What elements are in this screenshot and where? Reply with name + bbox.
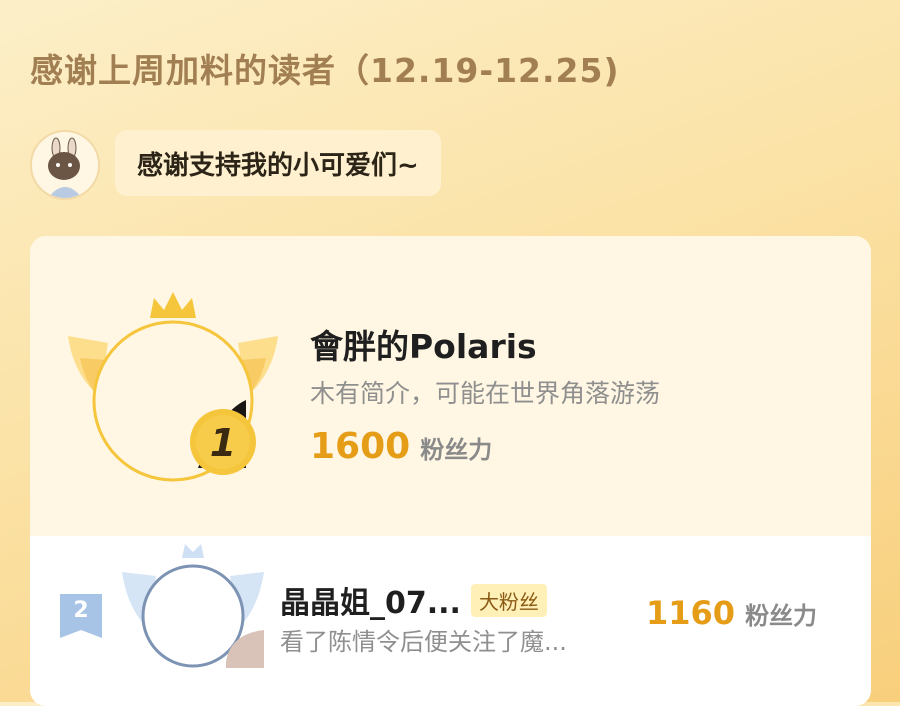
rank-2-avatar[interactable] xyxy=(118,544,268,674)
rank-2-score-value: 1160 xyxy=(646,594,736,632)
silver-crown-wing-badge-icon xyxy=(122,544,264,668)
author-avatar[interactable] xyxy=(30,130,100,200)
rank-1-bio: 木有简介，可能在世界角落游荡 xyxy=(310,379,661,408)
rank-1-entry[interactable]: 1 會胖的Polaris 木有简介，可能在世界角落游荡 1600 粉丝力 xyxy=(30,236,871,536)
rank-1-score: 1600 粉丝力 xyxy=(310,426,492,467)
author-avatar-icon xyxy=(32,132,98,198)
rank-2-score: 1160 粉丝力 xyxy=(646,594,817,632)
gold-crown-wing-badge-icon: 1 xyxy=(68,292,278,482)
author-message-bubble: 感谢支持我的小可爱们~ xyxy=(115,130,441,196)
rank-2-score-unit: 粉丝力 xyxy=(745,602,818,630)
rank-2-badge: 2 xyxy=(60,594,102,638)
page-title: 感谢上周加料的读者（12.19-12.25) xyxy=(30,51,620,90)
rank-1-name[interactable]: 會胖的Polaris xyxy=(310,320,537,368)
rank-1-score-value: 1600 xyxy=(310,426,411,467)
rank-2-tag: 大粉丝 xyxy=(470,583,547,617)
rank-2-number: 2 xyxy=(73,598,89,623)
rank-1-number: 1 xyxy=(210,421,236,465)
rank-2-name[interactable]: 晶晶姐_07... xyxy=(280,578,461,622)
rank-1-score-unit: 粉丝力 xyxy=(420,436,493,464)
ranking-card: 1 會胖的Polaris 木有简介，可能在世界角落游荡 1600 粉丝力 2 晶… xyxy=(30,236,871,706)
rank-2-name-row: 晶晶姐_07... 大粉丝 xyxy=(280,578,547,622)
rank-2-entry[interactable]: 2 晶晶姐_07... 大粉丝 看了陈情令后便关注了魔... 1160 粉丝力 xyxy=(30,536,871,706)
rank-2-bio: 看了陈情令后便关注了魔... xyxy=(280,628,567,656)
